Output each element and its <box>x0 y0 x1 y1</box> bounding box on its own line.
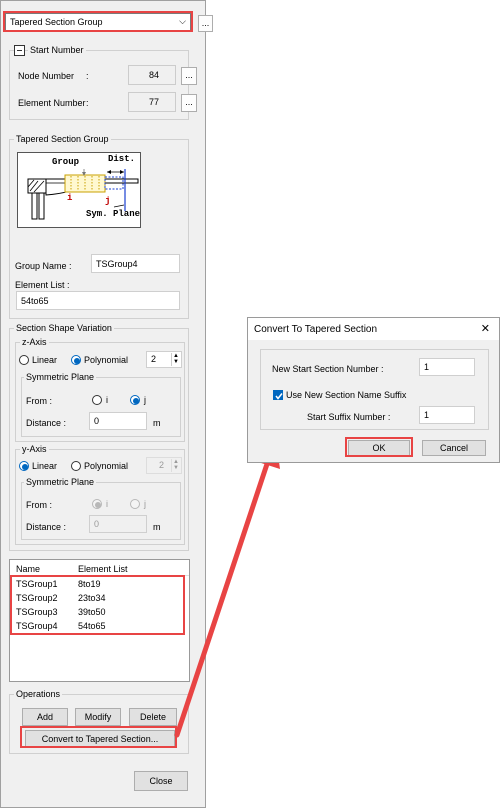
new-start-section-input[interactable]: 1 <box>419 358 475 376</box>
suffix-checkbox-label: Use New Section Name Suffix <box>286 390 407 400</box>
dialog-titlebar: Convert To Tapered Section ✕ <box>248 318 499 340</box>
dialog-options-group: New Start Section Number : 1 Use New Sec… <box>260 349 489 430</box>
start-suffix-number-label: Start Suffix Number : <box>307 412 391 422</box>
cancel-button[interactable]: Cancel <box>422 440 486 456</box>
dialog-title: Convert To Tapered Section <box>254 324 378 335</box>
highlight-ok-button <box>345 437 413 457</box>
start-suffix-number-input[interactable]: 1 <box>419 406 475 424</box>
close-icon[interactable]: ✕ <box>481 322 490 335</box>
new-start-section-label: New Start Section Number : <box>272 364 384 374</box>
suffix-checkbox[interactable] <box>273 390 283 400</box>
